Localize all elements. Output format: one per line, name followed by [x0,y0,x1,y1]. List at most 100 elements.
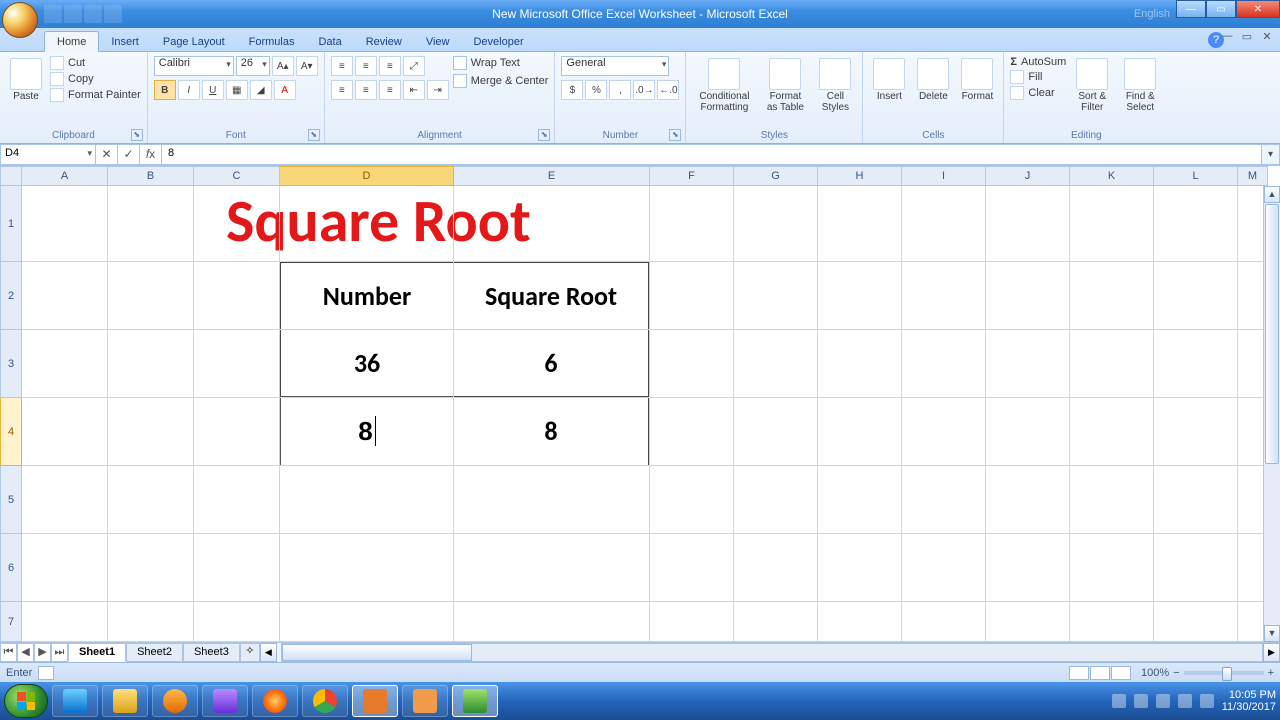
fill-color-button[interactable]: ◢ [250,80,272,100]
align-bottom-button[interactable]: ≡ [379,56,401,76]
fill-button[interactable]: Fill [1010,70,1066,84]
page-break-view-button[interactable] [1111,666,1131,680]
zoom-slider[interactable] [1184,671,1264,675]
merge-center-button[interactable]: Merge & Center [453,74,549,88]
alignment-dialog-launcher[interactable]: ⬊ [538,129,550,141]
sheet-tab-2[interactable]: Sheet2 [126,643,183,662]
font-dialog-launcher[interactable]: ⬊ [308,129,320,141]
font-name-combo[interactable]: Calibri [154,56,234,76]
format-painter-button[interactable]: Format Painter [50,88,141,102]
tray-battery-icon[interactable] [1200,694,1214,708]
column-header-M[interactable]: M [1238,166,1268,186]
increase-indent-button[interactable]: ⇥ [427,80,449,100]
cut-button[interactable]: Cut [50,56,141,70]
next-sheet-button[interactable]: ▶ [34,643,51,662]
row-header-3[interactable]: 3 [0,330,22,398]
row-header-2[interactable]: 2 [0,262,22,330]
column-header-D[interactable]: D [280,166,454,186]
decrease-decimal-button[interactable]: ←.0 [657,80,679,100]
tab-formulas[interactable]: Formulas [237,32,307,51]
italic-button[interactable]: I [178,80,200,100]
column-header-J[interactable]: J [986,166,1070,186]
taskbar-app-orange-2[interactable] [402,685,448,717]
qat-customize-icon[interactable] [104,5,122,23]
row-header-5[interactable]: 5 [0,466,22,534]
clipboard-dialog-launcher[interactable]: ⬊ [131,129,143,141]
header-number[interactable]: Number [280,262,454,330]
find-select-button[interactable]: Find & Select [1118,56,1162,115]
redo-icon[interactable] [84,5,102,23]
format-as-table-button[interactable]: Format as Table [760,56,810,115]
increase-decimal-button[interactable]: .0→ [633,80,655,100]
tray-show-hidden-icon[interactable] [1112,694,1126,708]
column-header-B[interactable]: B [108,166,194,186]
cell-e3[interactable]: 6 [453,329,649,397]
scroll-down-button[interactable]: ▼ [1264,625,1280,642]
number-dialog-launcher[interactable]: ⬊ [669,129,681,141]
confirm-edit-button[interactable]: ✓ [118,144,140,165]
sheet-tab-3[interactable]: Sheet3 [183,643,240,662]
taskbar-chrome[interactable] [302,685,348,717]
row-header-1[interactable]: 1 [0,186,22,262]
vertical-scrollbar[interactable]: ▲ ▼ [1263,186,1280,642]
ribbon-restore-button[interactable]: ▭ [1238,30,1256,46]
tray-action-center-icon[interactable] [1178,694,1192,708]
ribbon-minimize-button[interactable]: — [1218,30,1236,46]
grow-font-button[interactable]: A▴ [272,56,294,76]
taskbar-ie[interactable] [52,685,98,717]
align-middle-button[interactable]: ≡ [355,56,377,76]
ribbon-close-button[interactable]: ✕ [1258,30,1276,46]
format-cells-button[interactable]: Format [957,56,997,104]
align-top-button[interactable]: ≡ [331,56,353,76]
wrap-text-button[interactable]: Wrap Text [453,56,549,70]
column-header-H[interactable]: H [818,166,902,186]
name-box[interactable]: D4 [0,144,96,165]
percent-format-button[interactable]: % [585,80,607,100]
align-left-button[interactable]: ≡ [331,80,353,100]
formula-bar[interactable]: 8 [162,144,1262,165]
cancel-edit-button[interactable]: ✕ [96,144,118,165]
page-layout-view-button[interactable] [1090,666,1110,680]
tab-review[interactable]: Review [354,32,414,51]
first-sheet-button[interactable]: ⏮ [0,643,17,662]
office-button[interactable] [2,2,38,38]
underline-button[interactable]: U [202,80,224,100]
sheet-tab-1[interactable]: Sheet1 [68,643,126,662]
sort-filter-button[interactable]: Sort & Filter [1070,56,1114,115]
column-header-G[interactable]: G [734,166,818,186]
shrink-font-button[interactable]: A▾ [296,56,318,76]
taskbar-app-purple[interactable] [202,685,248,717]
align-right-button[interactable]: ≡ [379,80,401,100]
vscroll-thumb[interactable] [1265,204,1279,464]
taskbar-app-orange-1[interactable] [352,685,398,717]
zoom-out-button[interactable]: − [1173,667,1179,679]
bold-button[interactable]: B [154,80,176,100]
tray-network-icon[interactable] [1134,694,1148,708]
orientation-button[interactable]: ⤢ [403,56,425,76]
horizontal-scrollbar[interactable]: ◀ ▶ [260,643,1280,662]
prev-sheet-button[interactable]: ◀ [17,643,34,662]
column-header-K[interactable]: K [1070,166,1154,186]
minimize-button[interactable]: — [1176,0,1206,18]
column-header-E[interactable]: E [454,166,650,186]
maximize-button[interactable]: ▭ [1206,0,1236,18]
taskbar-media-player[interactable] [152,685,198,717]
hscroll-thumb[interactable] [282,644,472,661]
column-header-C[interactable]: C [194,166,280,186]
header-square-root[interactable]: Square Root [453,262,649,330]
cell-styles-button[interactable]: Cell Styles [814,56,856,115]
row-header-4[interactable]: 4 [0,398,22,466]
scroll-left-button[interactable]: ◀ [260,643,277,662]
zoom-in-button[interactable]: + [1268,667,1274,679]
macro-record-icon[interactable] [38,666,54,680]
copy-button[interactable]: Copy [50,72,141,86]
column-header-A[interactable]: A [22,166,108,186]
expand-formula-bar-button[interactable]: ▾ [1262,144,1280,165]
font-color-button[interactable]: A [274,80,296,100]
start-button[interactable] [4,684,48,718]
clear-button[interactable]: Clear [1010,86,1066,100]
decrease-indent-button[interactable]: ⇤ [403,80,425,100]
tray-volume-icon[interactable] [1156,694,1170,708]
number-format-combo[interactable]: General [561,56,669,76]
delete-cells-button[interactable]: Delete [913,56,953,104]
